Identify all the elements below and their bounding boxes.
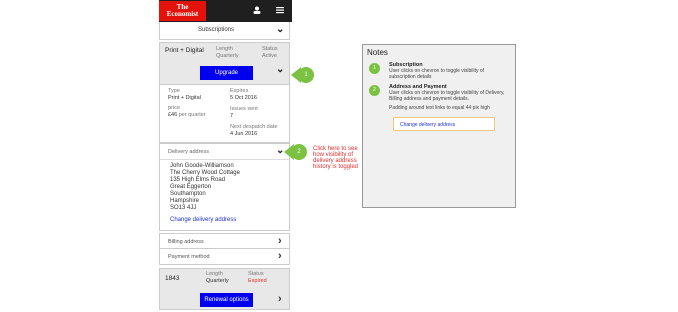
callout-note-line: history is toggled: [313, 164, 359, 170]
type-value: Print + Digital: [168, 95, 201, 101]
status-label: Status: [248, 271, 264, 277]
app-header: The Economist: [159, 0, 292, 22]
expired-subscription-card: 1843 Length Quarterly Status Expired Ren…: [159, 268, 290, 310]
subscription-card: Print + Digital Length Quarterly Status …: [159, 42, 290, 85]
notes-marker-1: 1: [369, 63, 380, 74]
issues-value: 7: [230, 113, 234, 119]
address-line: Southampton: [170, 191, 206, 197]
callout-marker-1: 1: [298, 67, 314, 83]
price-value: £46: [168, 112, 178, 118]
notes-item-1-text: User clicks on chevron to toggle visibil…: [389, 68, 484, 80]
billing-address-row[interactable]: Billing address ›: [159, 233, 290, 249]
status-label: Status: [262, 46, 278, 52]
hamburger-icon[interactable]: [276, 6, 284, 16]
notes-item-2-text: User clicks on chevron to toggle visibil…: [389, 90, 505, 102]
example-link-box: Change delivery address: [393, 117, 495, 131]
length-value: Quarterly: [206, 278, 229, 284]
notes-title: Notes: [367, 48, 388, 57]
notes-padding-note: Padding around text links to equal 44 pi…: [389, 105, 490, 111]
chevron-down-icon[interactable]: ⌄: [276, 24, 284, 35]
renewal-options-button[interactable]: Renewal options: [200, 293, 253, 307]
billing-address-label: Billing address: [168, 239, 204, 245]
product-name: Print + Digital: [165, 47, 204, 54]
person-icon[interactable]: [253, 6, 261, 16]
status-value-expired: Expired: [248, 278, 267, 284]
address-line: Great Eggerton: [170, 184, 212, 190]
address-line: Hampshire: [170, 198, 200, 204]
price-label: price: [168, 105, 180, 111]
address-line: John Goode-Williamson: [170, 163, 234, 169]
delivery-address-label: Delivery address: [168, 149, 209, 155]
status-value: Active: [262, 53, 277, 59]
payment-method-label: Payment method: [168, 254, 210, 260]
upgrade-button[interactable]: Upgrade: [200, 66, 253, 80]
logo-line-2: Economist: [166, 10, 199, 18]
subscriptions-tab[interactable]: Subscriptions ⌄: [159, 22, 290, 40]
address-line: SO13 4JJ: [170, 205, 197, 211]
notes-marker-2: 2: [369, 85, 380, 96]
despatch-value: 4 Jun 2016: [230, 131, 258, 137]
issues-label: Issues sent: [230, 106, 258, 112]
address-line: 135 High Elms Road: [170, 177, 226, 183]
notes-text-line: Billing address and payment details.: [389, 96, 470, 102]
chevron-right-icon[interactable]: ›: [278, 293, 282, 305]
despatch-label: Next despatch date: [230, 124, 278, 130]
length-value: Quarterly: [216, 53, 239, 59]
subscription-details: Type Print + Digital price £46 per quart…: [159, 85, 290, 143]
delivery-address-section: Delivery address ⌄ John Goode-Williamson…: [159, 143, 290, 231]
change-delivery-address-link[interactable]: Change delivery address: [170, 217, 236, 223]
expires-value: 5 Oct 2016: [230, 95, 257, 101]
notes-panel: Notes 1 Subscription User clicks on chev…: [362, 44, 516, 208]
payment-method-row[interactable]: Payment method ›: [159, 249, 290, 265]
divider: [160, 159, 289, 160]
length-label: Length: [216, 46, 233, 52]
address-line: The Cherry Wood Cottage: [170, 170, 240, 176]
subscription-id: 1843: [165, 275, 180, 282]
notes-text-line: subscription details: [389, 74, 432, 80]
example-change-delivery-link[interactable]: Change delivery address: [400, 122, 455, 128]
expires-label: Expires: [230, 88, 249, 94]
chevron-right-icon[interactable]: ›: [278, 250, 282, 262]
callout-marker-2: 2: [291, 144, 307, 160]
subscriptions-tab-label: Subscriptions: [198, 27, 235, 33]
address-block: John Goode-Williamson The Cherry Wood Co…: [170, 163, 240, 212]
price-unit: per quarter: [178, 112, 206, 118]
chevron-right-icon[interactable]: ›: [278, 235, 282, 247]
length-label: Length: [206, 271, 223, 277]
callout-2-note: Click here to see how visibility of deli…: [313, 146, 358, 170]
price-row: £46 per quarter: [168, 112, 206, 118]
chevron-down-icon[interactable]: ⌄: [276, 64, 284, 75]
economist-logo[interactable]: The Economist: [159, 1, 206, 21]
type-label: Type: [168, 88, 180, 94]
